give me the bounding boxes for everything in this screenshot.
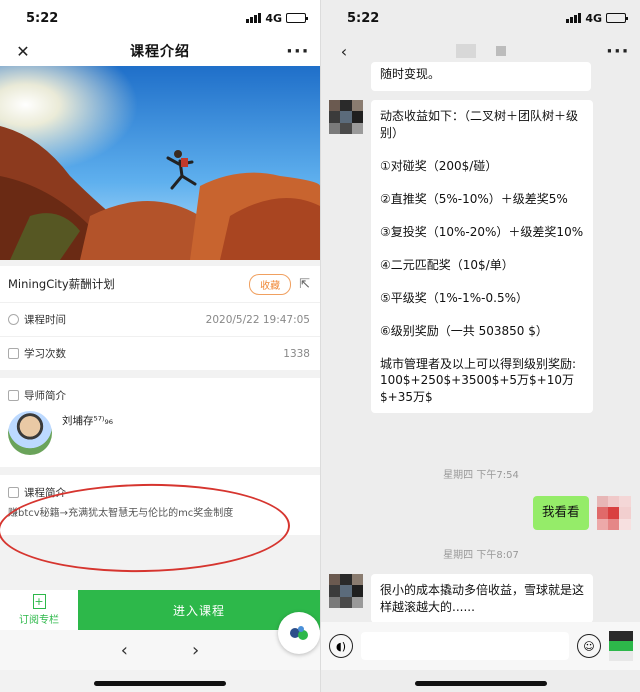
more-icon[interactable]: ··· xyxy=(606,41,629,62)
chat-title-blurred xyxy=(455,44,506,58)
study-count-row: 学习次数 1338 xyxy=(0,336,320,370)
emoji-icon[interactable]: ☺ xyxy=(577,634,601,658)
teacher-section-title: 导师简介 xyxy=(24,390,66,402)
study-count-value: 1338 xyxy=(283,347,310,360)
intro-icon xyxy=(8,487,19,498)
chart-icon xyxy=(8,348,19,359)
share-icon[interactable]: ⇱ xyxy=(299,277,310,292)
self-avatar[interactable] xyxy=(596,496,631,530)
course-title: MiningCity薪酬计划 xyxy=(8,277,115,291)
status-time: 5:22 xyxy=(26,10,59,26)
study-count-label: 学习次数 xyxy=(24,348,66,360)
message-input[interactable] xyxy=(361,632,569,660)
message-bubble-self[interactable]: 我看看 xyxy=(533,496,589,530)
course-time-label: 课程时间 xyxy=(24,314,66,326)
status-bar: 5:22 4G xyxy=(0,0,320,36)
message-bubble[interactable]: 动态收益如下：（二叉树＋团队树＋级别） ①对碰奖（200$/碰） ②直推奖（5%… xyxy=(371,100,593,413)
back-icon[interactable]: ‹ xyxy=(333,42,355,61)
course-time-value: 2020/5/22 19:47:05 xyxy=(205,313,310,326)
course-cover-image xyxy=(0,66,320,260)
teacher-name: 刘埔存⁵⁷⁾₉₆ xyxy=(62,415,113,427)
battery-icon xyxy=(606,13,628,23)
clock-icon xyxy=(8,314,19,325)
network-label-right: 4G xyxy=(585,11,602,25)
bottom-action-bar: + 订阅专栏 进入课程 xyxy=(0,590,320,630)
teacher-icon xyxy=(8,390,19,401)
chat-message-self: 我看看 xyxy=(533,496,631,530)
course-time-row: 课程时间 2020/5/22 19:47:05 xyxy=(0,302,320,336)
voice-icon[interactable]: ◖) xyxy=(329,634,353,658)
favorite-button[interactable]: 收藏 xyxy=(249,273,292,295)
bookmark-plus-icon: + xyxy=(32,594,46,609)
chat-input-bar: ◖) ☺ xyxy=(321,622,640,670)
battery-icon xyxy=(286,13,308,23)
timestamp: 星期四 下午8:07 xyxy=(443,550,519,561)
signal-icon xyxy=(566,13,582,23)
teacher-avatar[interactable] xyxy=(8,411,52,455)
contact-avatar[interactable] xyxy=(329,574,363,608)
close-icon[interactable]: ✕ xyxy=(12,42,34,61)
floating-thumbnail[interactable] xyxy=(609,631,633,661)
page-title: 课程介绍 xyxy=(130,44,190,60)
contact-avatar[interactable] xyxy=(329,100,363,134)
chat-message: 随时变现。 xyxy=(371,62,591,91)
course-info-card: MiningCity薪酬计划 收藏 ⇱ 课程时间 2020/5/22 19:47… xyxy=(0,266,320,370)
status-bar-right: 5:22 4G xyxy=(321,0,640,36)
teacher-card: 导师简介 刘埔存⁵⁷⁾₉₆ xyxy=(0,378,320,467)
network-label: 4G xyxy=(265,11,282,25)
course-intro-screen: 5:22 4G ✕ 课程介绍 ··· MiningCity薪酬计划 收藏 ⇱ 课… xyxy=(0,0,320,692)
message-bubble[interactable]: 很小的成本撬动多倍收益，雪球就是这样越滚越大的...... xyxy=(371,574,593,623)
nav-bar: ✕ 课程介绍 ··· xyxy=(0,36,320,66)
subscribe-button[interactable]: + 订阅专栏 xyxy=(0,590,78,630)
timestamp: 星期四 下午7:54 xyxy=(443,470,519,481)
browser-nav: ‹ › xyxy=(0,630,320,670)
message-bubble[interactable]: 随时变现。 xyxy=(371,62,591,91)
chat-message: 动态收益如下：（二叉树＋团队树＋级别） ①对碰奖（200$/碰） ②直推奖（5%… xyxy=(329,100,593,413)
status-time-right: 5:22 xyxy=(347,10,380,26)
more-icon[interactable]: ··· xyxy=(286,41,309,62)
back-arrow-icon[interactable]: ‹ xyxy=(121,640,128,661)
chat-screen: 5:22 4G ‹ ··· 随时变现。 动态收益如下：（二叉树＋团队树＋级别） … xyxy=(320,0,640,692)
subscribe-label: 订阅专栏 xyxy=(19,615,59,626)
signal-icon xyxy=(246,13,262,23)
home-indicator xyxy=(414,681,547,686)
floating-app-icon[interactable] xyxy=(278,612,320,654)
chat-message: 很小的成本撬动多倍收益，雪球就是这样越滚越大的...... xyxy=(329,574,593,623)
home-indicator xyxy=(94,681,226,686)
forward-arrow-icon[interactable]: › xyxy=(192,640,199,661)
